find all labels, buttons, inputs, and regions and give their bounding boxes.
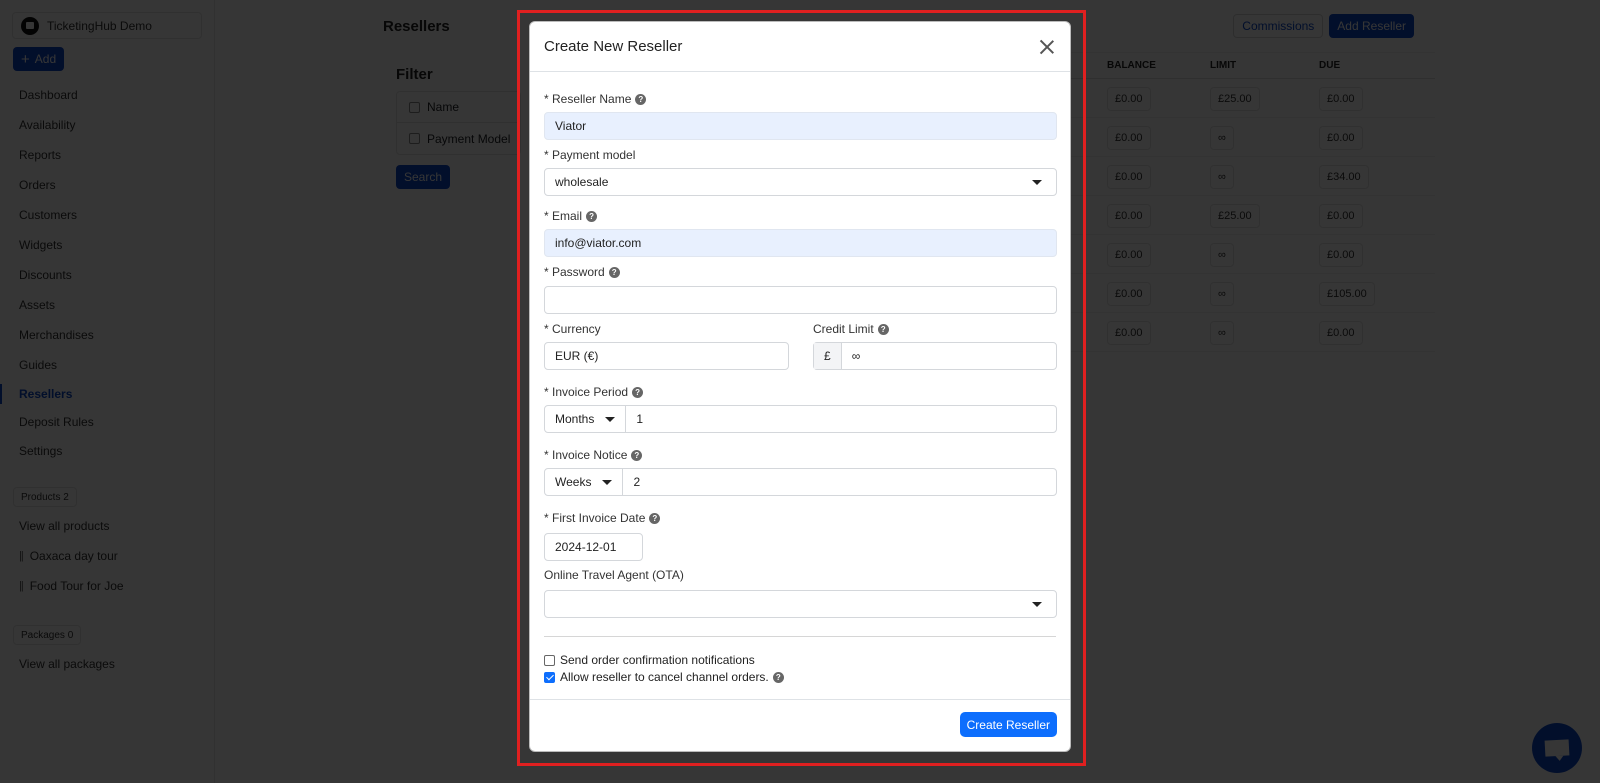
modal-footer: Create Reseller [530,699,1070,751]
reseller-name-label-text: * Reseller Name [544,92,632,106]
invoice-notice-label: * Invoice Notice ? [544,448,643,462]
chevron-down-icon [602,479,613,485]
create-reseller-modal: Create New Reseller * Reseller Name ? Vi… [529,21,1071,752]
help-icon[interactable]: ? [632,386,644,398]
currency-label: * Currency [544,322,601,336]
first-invoice-date-label-text: * First Invoice Date [544,511,646,525]
reseller-name-label: * Reseller Name ? [544,92,647,106]
payment-model-label-text: * Payment model [544,148,636,162]
currency-prefix: £ [814,343,842,369]
help-icon[interactable]: ? [586,210,598,222]
first-invoice-date-label: * First Invoice Date ? [544,511,661,525]
allow-cancel-checkbox[interactable] [544,671,555,683]
send-notifications-label: Send order confirmation notifications [560,653,755,667]
send-notifications-checkbox[interactable] [544,654,555,666]
invoice-notice-label-text: * Invoice Notice [544,448,628,462]
allow-cancel-checkbox-row[interactable]: Allow reseller to cancel channel orders.… [544,670,784,684]
payment-model-label: * Payment model [544,148,635,162]
create-reseller-button[interactable]: Create Reseller [959,712,1057,737]
password-label-text: * Password [544,265,605,279]
email-input[interactable]: info@viator.com [544,229,1057,257]
section-divider [544,636,1056,637]
help-icon[interactable]: ? [877,323,889,335]
password-input[interactable] [544,286,1057,314]
help-icon[interactable]: ? [631,449,643,461]
chevron-down-icon [1032,602,1042,607]
modal-title: Create New Reseller [544,38,683,55]
currency-label-text: * Currency [544,322,601,336]
chevron-down-icon [605,416,616,422]
close-icon[interactable] [1038,38,1056,56]
reseller-name-input[interactable]: Viator [544,112,1057,140]
password-label: * Password ? [544,265,620,279]
email-label: * Email ? [544,209,598,223]
invoice-period-unit-select[interactable]: Months [545,406,627,432]
invoice-period-label: * Invoice Period ? [544,385,644,399]
send-notifications-checkbox-row[interactable]: Send order confirmation notifications [544,653,755,667]
credit-limit-label: Credit Limit ? [813,322,889,336]
payment-model-select[interactable]: wholesale [544,168,1057,196]
first-invoice-date-input[interactable]: 2024-12-01 [544,533,643,561]
modal-header: Create New Reseller [530,22,1070,72]
invoice-notice-input[interactable]: 2 [623,469,640,495]
ota-label-text: Online Travel Agent (OTA) [544,568,684,582]
help-icon[interactable]: ? [649,512,661,524]
ota-label: Online Travel Agent (OTA) [544,568,684,582]
invoice-notice-unit: Weeks [555,475,592,489]
invoice-period-input-group: Months 1 [544,405,1057,433]
allow-cancel-label: Allow reseller to cancel channel orders. [560,670,769,684]
invoice-period-label-text: * Invoice Period [544,385,629,399]
chevron-down-icon [1032,180,1042,185]
credit-limit-label-text: Credit Limit [813,322,874,336]
payment-model-value: wholesale [555,175,609,189]
invoice-period-input[interactable]: 1 [626,406,643,432]
help-icon[interactable]: ? [608,266,620,278]
invoice-notice-input-group: Weeks 2 [544,468,1057,496]
currency-input[interactable]: EUR (€) [544,342,789,370]
help-icon[interactable]: ? [772,671,784,683]
credit-limit-input-group: £ ∞ [813,342,1057,370]
email-label-text: * Email [544,209,583,223]
invoice-period-unit: Months [555,412,595,426]
credit-limit-input[interactable]: ∞ [842,343,861,369]
invoice-notice-unit-select[interactable]: Weeks [545,469,624,495]
help-icon[interactable]: ? [635,93,647,105]
ota-select[interactable] [544,590,1057,618]
